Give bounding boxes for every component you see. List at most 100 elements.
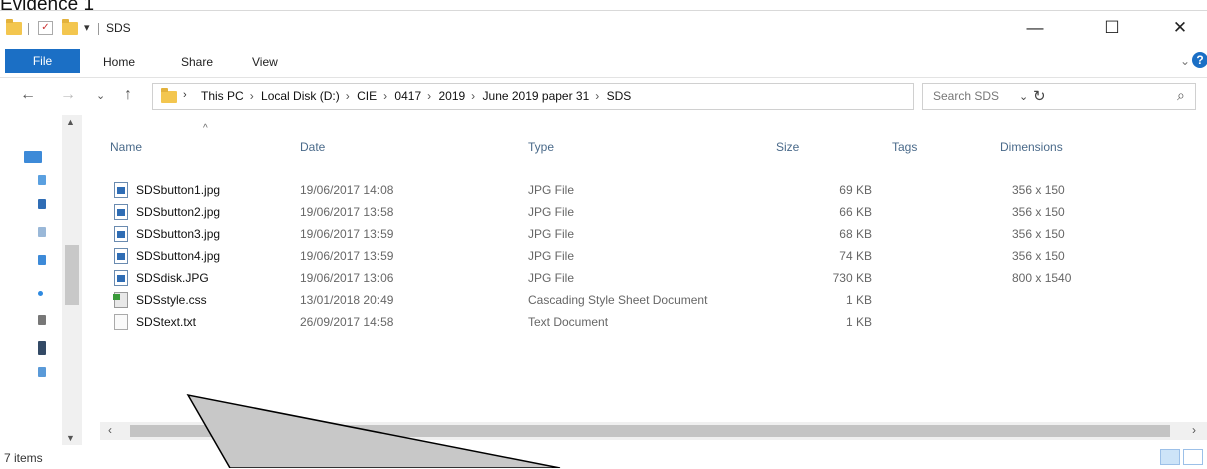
scroll-up-icon[interactable]: ▲ xyxy=(66,117,75,127)
scroll-down-icon[interactable]: ▼ xyxy=(66,433,75,443)
ribbon-tabs: File Home Share View ⌄ ? xyxy=(0,45,1207,78)
file-size: 730 KB xyxy=(832,271,872,285)
file-row[interactable]: SDSbutton3.jpg 19/06/2017 13:59 JPG File… xyxy=(110,223,1170,245)
sort-ascending-icon: ^ xyxy=(203,123,208,134)
file-name: SDSdisk.JPG xyxy=(136,271,209,285)
column-header-date[interactable]: Date xyxy=(300,140,325,154)
file-row[interactable]: SDSstyle.css 13/01/2018 20:49 Cascading … xyxy=(110,289,1170,311)
documents-icon[interactable] xyxy=(38,175,46,185)
quick-access-dropdown-icon[interactable]: ▾ xyxy=(84,21,90,34)
title-divider-2 xyxy=(98,23,99,35)
tab-share[interactable]: Share xyxy=(181,55,213,69)
drive-icon[interactable] xyxy=(38,315,46,325)
file-type: JPG File xyxy=(528,227,575,241)
file-size: 69 KB xyxy=(839,183,872,197)
breadcrumb-0417[interactable]: 0417 xyxy=(394,89,421,103)
help-icon[interactable]: ? xyxy=(1192,52,1207,68)
file-date: 19/06/2017 14:08 xyxy=(300,183,394,197)
file-type: Cascading Style Sheet Document xyxy=(528,293,708,307)
title-bar: ✓ ▾ SDS — ☐ ✕ xyxy=(0,11,1207,45)
tab-file[interactable]: File xyxy=(5,49,80,73)
column-header-name[interactable]: Name xyxy=(110,140,142,154)
breadcrumb-separator[interactable]: › xyxy=(427,89,431,103)
music-icon[interactable] xyxy=(38,227,46,237)
file-size: 66 KB xyxy=(839,205,872,219)
breadcrumb-chevron-icon[interactable]: › xyxy=(183,89,187,101)
up-icon[interactable]: ↑ xyxy=(124,86,132,104)
breadcrumb-separator[interactable]: › xyxy=(471,89,475,103)
breadcrumb-2019[interactable]: 2019 xyxy=(438,89,465,103)
column-header-type[interactable]: Type xyxy=(528,140,554,154)
scroll-right-icon[interactable]: › xyxy=(1192,423,1196,437)
folder-icon xyxy=(6,19,22,35)
file-name: SDStext.txt xyxy=(136,315,197,329)
file-row[interactable]: SDSdisk.JPG 19/06/2017 13:06 JPG File 73… xyxy=(110,267,1170,289)
breadcrumb-separator[interactable]: › xyxy=(346,89,350,103)
horizontal-scrollbar-thumb[interactable] xyxy=(130,425,1170,437)
drive-icon[interactable] xyxy=(38,341,46,355)
maximize-button[interactable]: ☐ xyxy=(1092,15,1132,41)
column-header-tags[interactable]: Tags xyxy=(892,140,917,154)
breadcrumb-cie[interactable]: CIE xyxy=(357,89,377,103)
new-folder-quick-icon[interactable] xyxy=(62,19,78,35)
properties-quick-icon[interactable]: ✓ xyxy=(38,21,53,35)
file-size: 1 KB xyxy=(845,315,872,329)
file-date: 19/06/2017 13:59 xyxy=(300,249,394,263)
column-header-dimensions[interactable]: Dimensions xyxy=(1000,140,1063,154)
file-date: 13/01/2018 20:49 xyxy=(300,293,394,307)
file-row[interactable]: SDSbutton1.jpg 19/06/2017 14:08 JPG File… xyxy=(110,179,1170,201)
file-row[interactable]: SDSbutton4.jpg 19/06/2017 13:59 JPG File… xyxy=(110,245,1170,267)
recent-locations-icon[interactable]: ⌄ xyxy=(96,89,105,102)
breadcrumb-sds[interactable]: SDS xyxy=(607,89,632,103)
search-placeholder: Search SDS xyxy=(933,89,1000,103)
desktop-icon[interactable] xyxy=(24,151,42,163)
horizontal-scrollbar[interactable]: ‹ › xyxy=(100,422,1207,440)
jpg-file-icon xyxy=(114,182,128,198)
item-count: 7 items xyxy=(4,451,43,465)
window-title: SDS xyxy=(106,21,131,35)
breadcrumb-local-disk[interactable]: Local Disk (D:) xyxy=(261,89,340,103)
close-button[interactable]: ✕ xyxy=(1160,15,1200,41)
file-size: 1 KB xyxy=(845,293,872,307)
tab-home[interactable]: Home xyxy=(103,55,135,69)
file-date: 19/06/2017 13:59 xyxy=(300,227,394,241)
breadcrumb-this-pc[interactable]: This PC xyxy=(201,89,244,103)
search-icon[interactable]: ⌕ xyxy=(1177,87,1185,104)
search-input[interactable]: Search SDS ⌕ xyxy=(922,83,1196,110)
file-type: Text Document xyxy=(528,315,609,329)
scroll-left-icon[interactable]: ‹ xyxy=(108,423,112,437)
tab-view[interactable]: View xyxy=(252,55,278,69)
title-divider xyxy=(28,23,29,35)
file-name: SDSbutton3.jpg xyxy=(136,227,221,241)
file-dimensions: 356 x 150 xyxy=(1012,249,1065,263)
pictures-icon[interactable] xyxy=(38,255,46,265)
large-icons-view-button[interactable] xyxy=(1183,449,1203,465)
file-name: SDSbutton2.jpg xyxy=(136,205,221,219)
forward-icon[interactable]: → xyxy=(60,86,76,104)
breadcrumb-separator[interactable]: › xyxy=(383,89,387,103)
jpg-file-icon xyxy=(114,270,128,286)
file-date: 26/09/2017 14:58 xyxy=(300,315,394,329)
file-row[interactable]: SDStext.txt 26/09/2017 14:58 Text Docume… xyxy=(110,311,1170,333)
breadcrumb-separator[interactable]: › xyxy=(595,89,599,103)
address-bar[interactable]: › This PC › Local Disk (D:) › CIE › 0417 › 2… xyxy=(152,83,1046,110)
expand-ribbon-icon[interactable]: ⌄ xyxy=(1180,54,1190,68)
drive-icon[interactable] xyxy=(38,367,46,377)
file-type: JPG File xyxy=(528,271,575,285)
file-explorer-window: ✓ ▾ SDS — ☐ ✕ File Home Share View ⌄ ? ←… xyxy=(0,10,1207,469)
navigation-scrollbar-thumb[interactable] xyxy=(65,245,79,305)
folder-icon xyxy=(161,88,177,103)
breadcrumb-june-2019-paper-31[interactable]: June 2019 paper 31 xyxy=(483,89,590,103)
file-name: SDSbutton1.jpg xyxy=(136,183,221,197)
file-row[interactable]: SDSbutton2.jpg 19/06/2017 13:58 JPG File… xyxy=(110,201,1170,223)
file-date: 19/06/2017 13:58 xyxy=(300,205,394,219)
jpg-file-icon xyxy=(114,248,128,264)
minimize-button[interactable]: — xyxy=(1015,15,1055,41)
downloads-icon[interactable] xyxy=(38,199,46,209)
network-icon[interactable] xyxy=(38,291,43,296)
details-view-button[interactable] xyxy=(1160,449,1180,465)
file-type: JPG File xyxy=(528,205,575,219)
breadcrumb-separator[interactable]: › xyxy=(250,89,254,103)
back-icon[interactable]: ← xyxy=(20,86,36,104)
column-header-size[interactable]: Size xyxy=(776,140,799,154)
